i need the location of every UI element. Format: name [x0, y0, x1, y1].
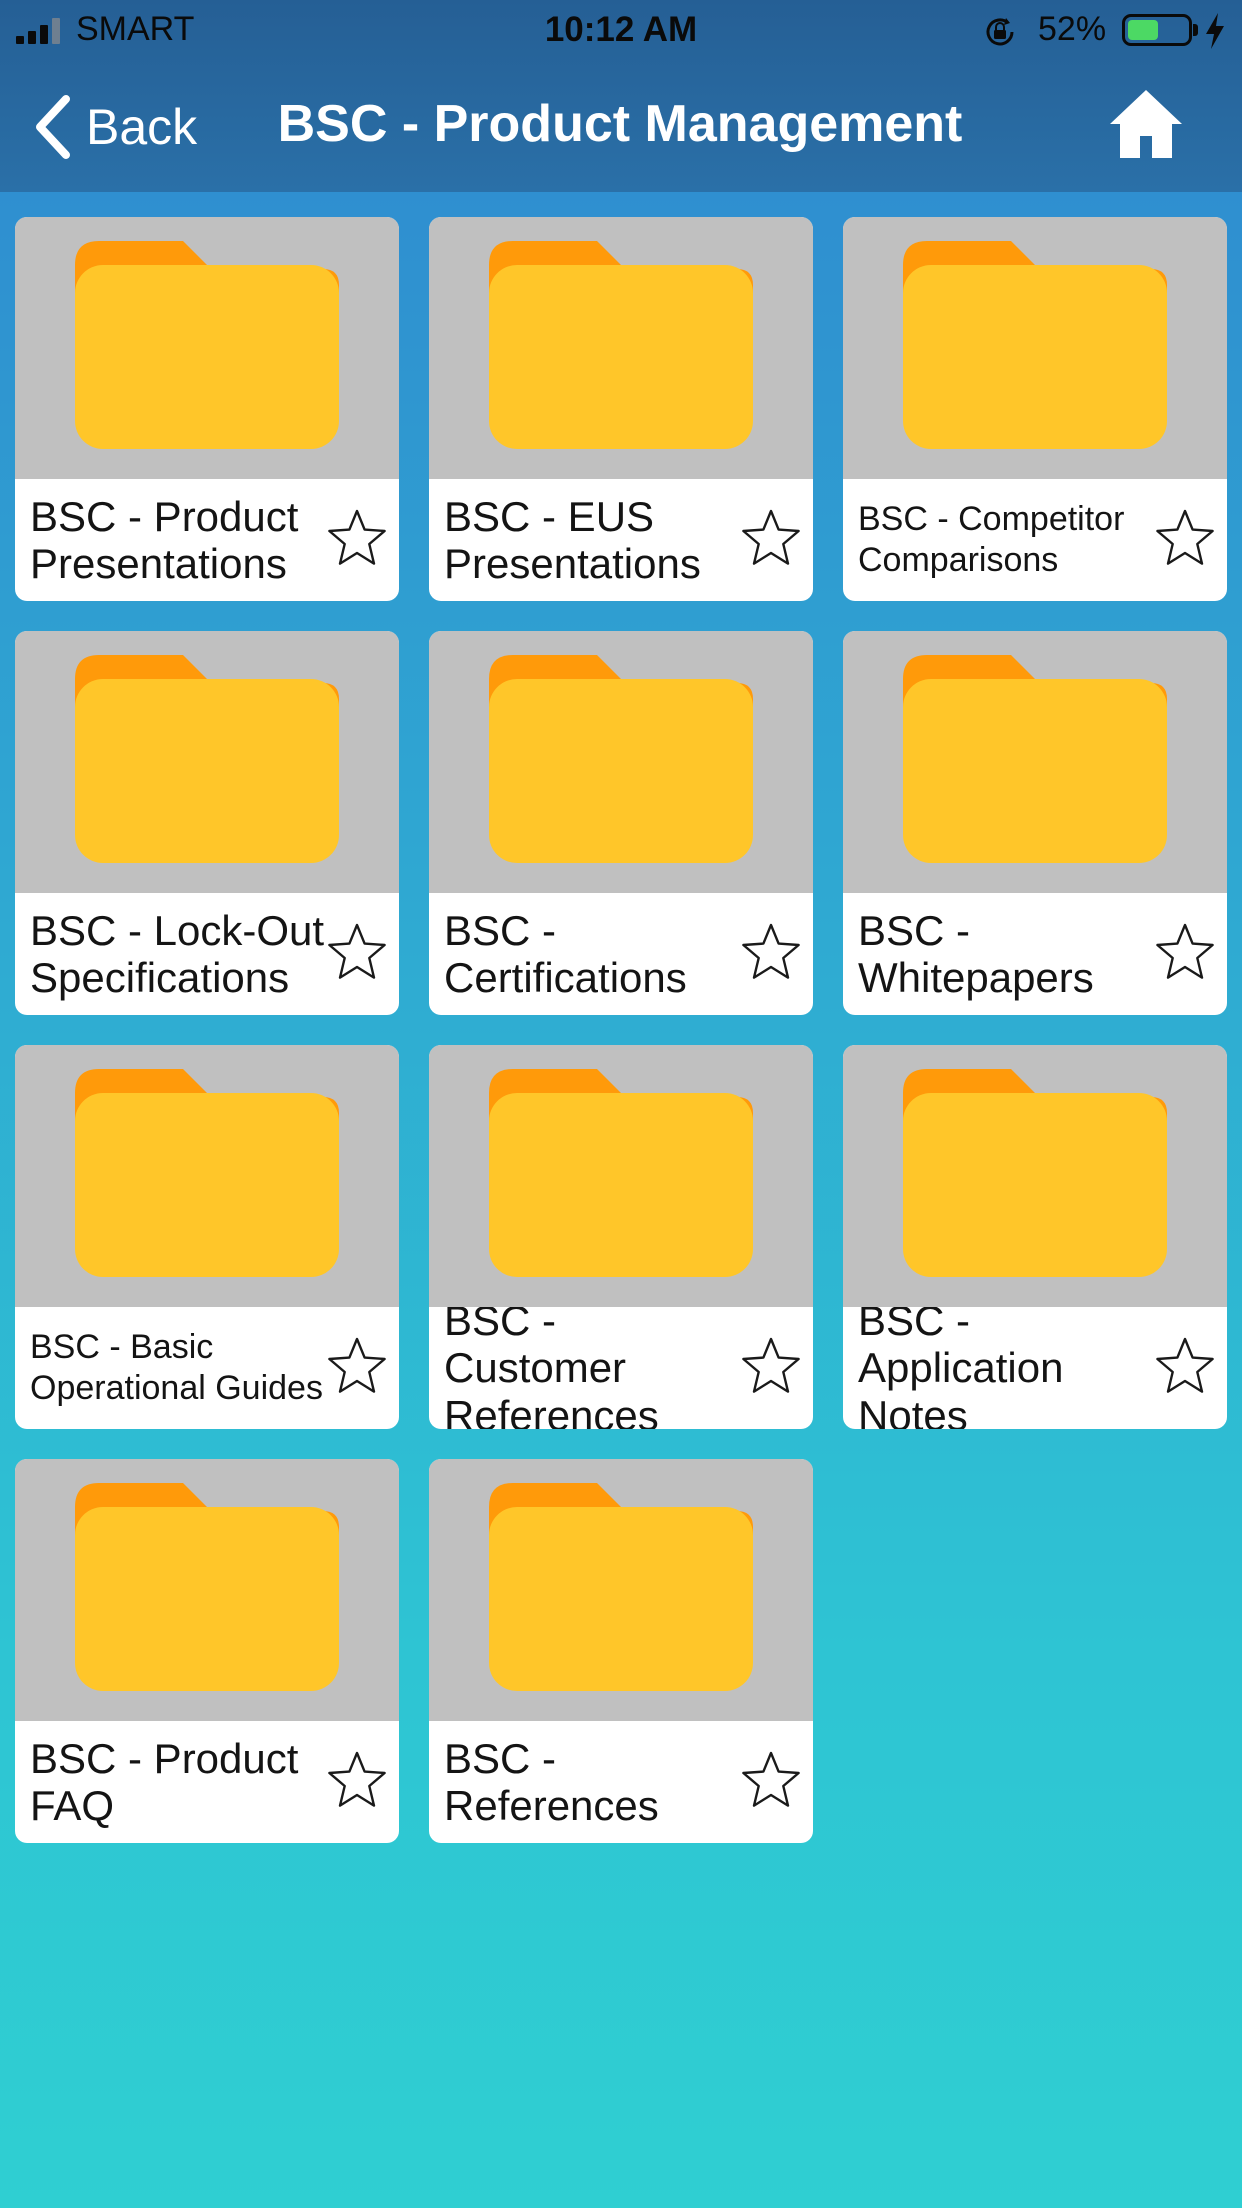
folder-icon	[489, 241, 753, 449]
favorite-star-icon[interactable]	[1153, 1335, 1217, 1399]
favorite-star-icon[interactable]	[1153, 507, 1217, 571]
folder-card[interactable]: BSC - Whitepapers	[843, 631, 1227, 1015]
folder-card[interactable]: BSC - Certifications	[429, 631, 813, 1015]
folder-thumbnail	[429, 1459, 813, 1721]
folder-card[interactable]: BSC - Product Presentations	[15, 217, 399, 601]
folder-card[interactable]: BSC - EUS Presentations	[429, 217, 813, 601]
folder-title: BSC - Lock-Out Specifications	[30, 906, 325, 1001]
folder-title: BSC - Basic Operational Guides	[30, 1328, 323, 1407]
folder-title: BSC - Competitor Comparisons	[858, 500, 1125, 579]
folder-title: BSC - Customer References	[444, 1307, 659, 1429]
folder-icon	[903, 1069, 1167, 1277]
folder-icon	[489, 1069, 753, 1277]
folder-thumbnail	[15, 217, 399, 479]
folder-title: BSC - EUS Presentations	[444, 492, 701, 587]
folder-card[interactable]: BSC - References	[429, 1459, 813, 1843]
folder-title: BSC - Product Presentations	[30, 492, 299, 587]
favorite-star-icon[interactable]	[739, 1335, 803, 1399]
favorite-star-icon[interactable]	[325, 507, 389, 571]
folder-card[interactable]: BSC - Lock-Out Specifications	[15, 631, 399, 1015]
folder-thumbnail	[843, 631, 1227, 893]
folder-thumbnail	[843, 217, 1227, 479]
folder-title: BSC - Application Notes	[858, 1307, 1064, 1429]
folder-thumbnail	[429, 217, 813, 479]
folder-icon	[75, 655, 339, 863]
favorite-star-icon[interactable]	[739, 1749, 803, 1813]
favorite-star-icon[interactable]	[325, 1749, 389, 1813]
folder-icon	[903, 655, 1167, 863]
folder-title: BSC - Whitepapers	[858, 906, 1094, 1001]
folder-card[interactable]: BSC - Basic Operational Guides	[15, 1045, 399, 1429]
folder-thumbnail	[15, 1045, 399, 1307]
folder-thumbnail	[843, 1045, 1227, 1307]
favorite-star-icon[interactable]	[739, 507, 803, 571]
folder-icon	[489, 655, 753, 863]
favorite-star-icon[interactable]	[739, 921, 803, 985]
folder-title: BSC - References	[444, 1734, 659, 1829]
folder-card[interactable]: BSC - Application Notes	[843, 1045, 1227, 1429]
folder-thumbnail	[15, 631, 399, 893]
folder-icon	[489, 1483, 753, 1691]
favorite-star-icon[interactable]	[1153, 921, 1217, 985]
folder-thumbnail	[429, 1045, 813, 1307]
folder-title: BSC - Certifications	[444, 906, 687, 1001]
folder-thumbnail	[15, 1459, 399, 1721]
folder-icon	[75, 1483, 339, 1691]
folder-card[interactable]: BSC - Product FAQ	[15, 1459, 399, 1843]
folder-thumbnail	[429, 631, 813, 893]
folder-icon	[903, 241, 1167, 449]
folder-icon	[75, 241, 339, 449]
folder-title: BSC - Product FAQ	[30, 1734, 299, 1829]
favorite-star-icon[interactable]	[325, 1335, 389, 1399]
folder-icon	[75, 1069, 339, 1277]
folder-card[interactable]: BSC - Customer References	[429, 1045, 813, 1429]
favorite-star-icon[interactable]	[325, 921, 389, 985]
folder-grid: BSC - Product Presentations BSC - EUS Pre…	[0, 0, 1242, 2208]
folder-card[interactable]: BSC - Competitor Comparisons	[843, 217, 1227, 601]
